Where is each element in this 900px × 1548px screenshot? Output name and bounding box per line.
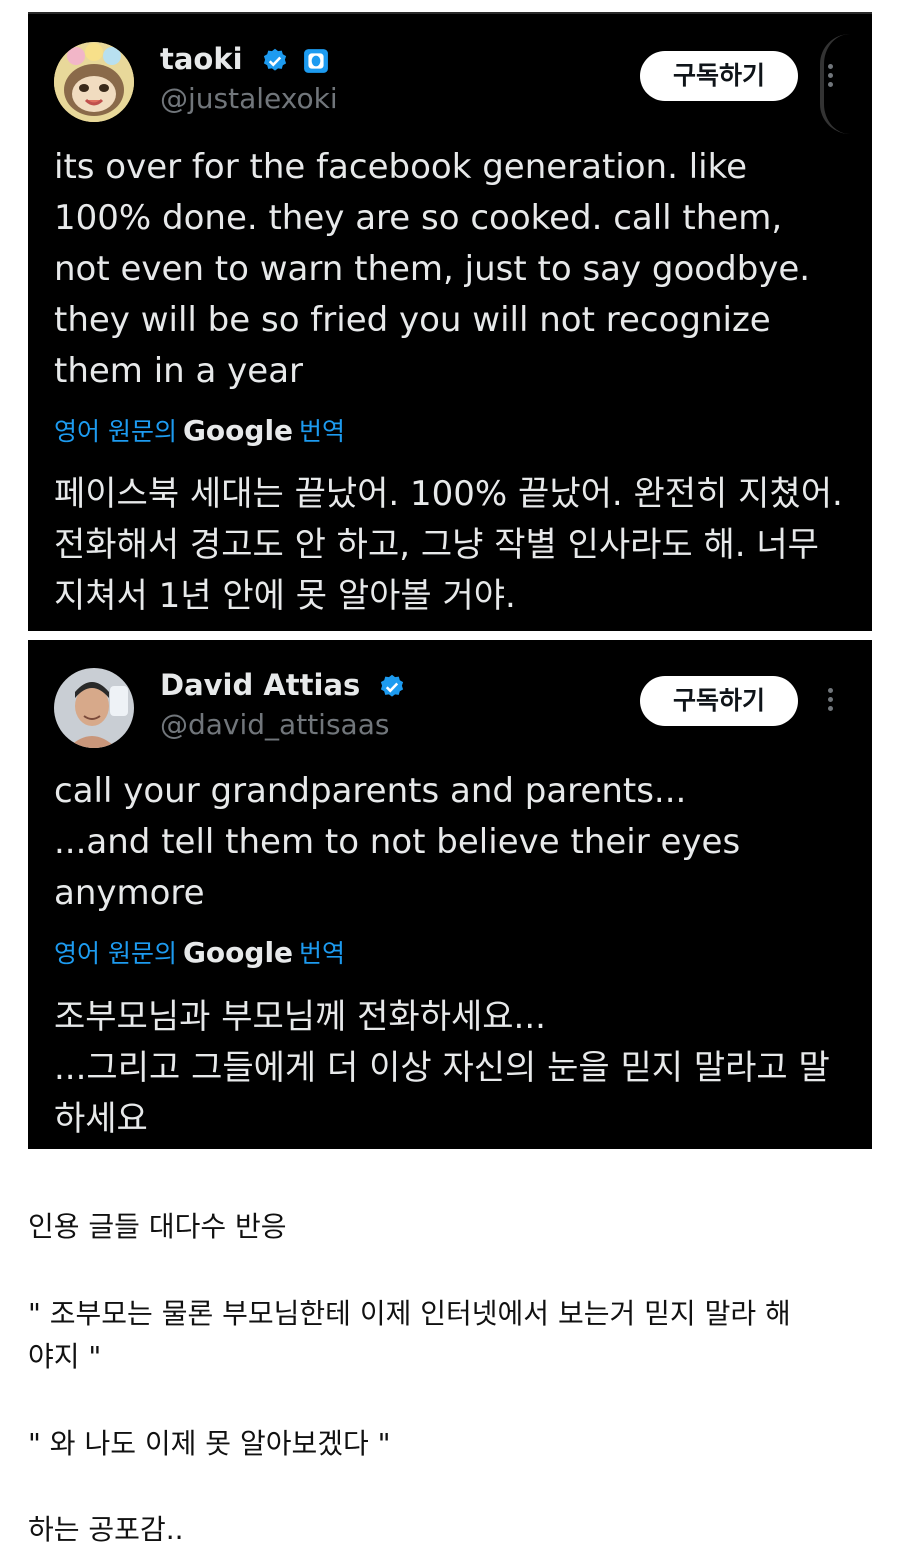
- translate-prefix: 영어 원문의: [54, 939, 177, 968]
- translate-suffix: 번역: [299, 417, 346, 446]
- comment-line: 하는 공포감..: [28, 1513, 184, 1546]
- display-name-text[interactable]: David Attias: [160, 668, 360, 702]
- avatar[interactable]: [54, 668, 134, 748]
- translate-suffix: 번역: [299, 939, 346, 968]
- translated-text-line: ...그리고 그들에게 더 이상 자신의 눈을 믿지 말라고 말하세요: [54, 1048, 830, 1139]
- comment-line: 야지 ": [28, 1340, 102, 1373]
- more-options-icon[interactable]: [824, 688, 836, 715]
- translated-text: 조부모님과 부모님께 전화하세요... ...그리고 그들에게 더 이상 자신의…: [54, 992, 852, 1145]
- handle[interactable]: @david_attisaas: [160, 708, 389, 741]
- tweet-card-taoki: taoki @justalexoki 구독하기 its over for the…: [28, 12, 872, 631]
- display-name-text[interactable]: taoki: [160, 42, 243, 76]
- more-options-icon[interactable]: [824, 64, 836, 91]
- translate-prefix: 영어 원문의: [54, 417, 177, 446]
- tweet-text-line: call your grandparents and parents...: [54, 771, 687, 811]
- verified-icon: [381, 674, 404, 697]
- comment-line: " 와 나도 이제 못 알아보겠다 ": [28, 1427, 391, 1460]
- comment-line: 인용 글들 대다수 반응: [28, 1210, 287, 1243]
- tweet-card-david-attias: David Attias @david_attisaas 구독하기 call y…: [28, 640, 872, 1149]
- display-name[interactable]: taoki: [160, 42, 329, 76]
- translated-text-line: 조부모님과 부모님께 전화하세요...: [54, 997, 546, 1037]
- tweet-text: its over for the facebook generation. li…: [54, 147, 811, 391]
- subscribe-button[interactable]: 구독하기: [640, 51, 798, 101]
- tweet-text-line: ...and tell them to not believe their ey…: [54, 822, 741, 913]
- translation-label[interactable]: 영어 원문의 Google 번역: [54, 934, 345, 970]
- comment-line: " 조부모는 물론 부모님한테 이제 인터넷에서 보는거 믿지 말라 해: [28, 1297, 791, 1330]
- handle[interactable]: @justalexoki: [160, 82, 338, 115]
- tweet-text: call your grandparents and parents... ..…: [54, 766, 846, 919]
- affiliate-badge-icon: [303, 49, 328, 73]
- translation-label[interactable]: 영어 원문의 Google 번역: [54, 412, 345, 448]
- display-name[interactable]: David Attias: [160, 668, 406, 702]
- google-logo-text: Google: [182, 936, 294, 969]
- subscribe-button[interactable]: 구독하기: [640, 676, 798, 726]
- translated-text: 페이스북 세대는 끝났어. 100% 끝났어. 완전히 지쳤어. 전화해서 경고…: [54, 474, 843, 616]
- avatar[interactable]: [54, 42, 134, 122]
- google-logo-text: Google: [182, 414, 294, 447]
- verified-icon: [263, 48, 286, 71]
